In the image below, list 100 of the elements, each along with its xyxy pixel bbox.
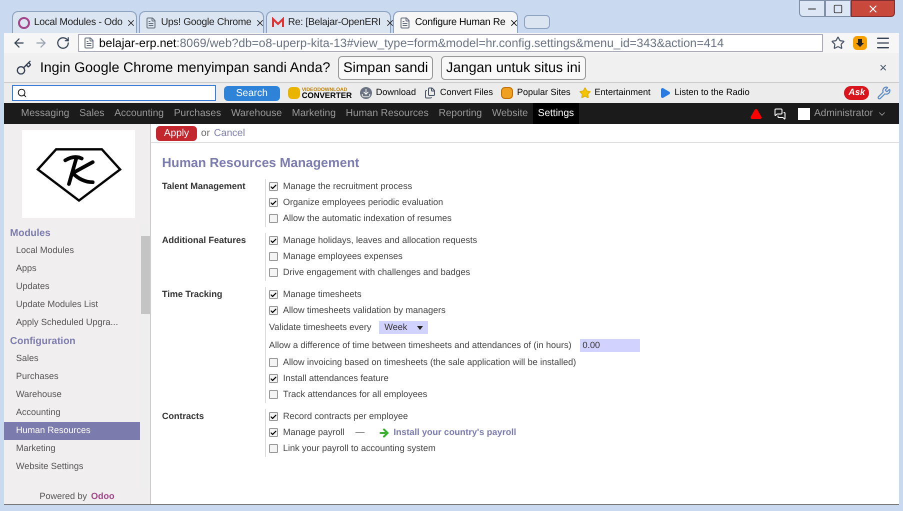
install-payroll-link[interactable]: Install your country's payroll (378, 426, 516, 440)
nav-menu-item[interactable]: Purchases (168, 103, 226, 124)
apply-button[interactable]: Apply (156, 126, 198, 140)
browser-tab[interactable]: Configure Human Re (393, 11, 518, 33)
group-label: Contracts (162, 410, 206, 422)
sidebar-section-title: Modules (9, 226, 52, 240)
nav-menu-item[interactable]: Accounting (109, 103, 169, 124)
checkbox[interactable] (269, 182, 278, 191)
period-select[interactable]: Week (379, 321, 428, 334)
field-label: Validate timesheets every (269, 320, 372, 334)
option-label: Manage holidays, leaves and allocation requests (283, 234, 478, 247)
checkbox[interactable] (269, 412, 278, 421)
browser-tab[interactable]: Local Modules - Odo (12, 11, 137, 33)
nav-menu-item[interactable]: Sales (74, 103, 110, 124)
close-window-button[interactable] (851, 0, 895, 17)
checkbox[interactable] (269, 358, 278, 367)
close-icon[interactable] (384, 18, 395, 28)
nav-menu-item[interactable]: Website (486, 103, 533, 124)
sidebar-item[interactable]: Apply Scheduled Upgra... (4, 314, 140, 332)
files-icon (424, 87, 436, 99)
checkbox[interactable] (269, 428, 278, 437)
user-menu[interactable]: Administrator (814, 106, 887, 121)
option-label: Manage employees expenses (283, 250, 403, 263)
option-label: Link your payroll to accounting system (283, 442, 436, 455)
sidebar-item[interactable]: Human Resources (4, 422, 140, 440)
checkbox[interactable] (269, 390, 278, 399)
close-infobar-button[interactable]: × (879, 58, 887, 78)
wrench-icon[interactable] (877, 86, 891, 100)
maximize-icon (833, 4, 843, 14)
search-icon (17, 88, 27, 98)
star-icon[interactable] (831, 36, 845, 50)
nav-menu-item[interactable]: Human Resources (340, 103, 434, 124)
search-button[interactable]: Search (224, 86, 280, 100)
checkbox[interactable] (269, 268, 278, 277)
toolbar-link[interactable]: Popular Sites (500, 86, 570, 100)
user-avatar (798, 108, 810, 120)
checkbox[interactable] (269, 306, 278, 315)
option-label: Record contracts per employee (283, 410, 408, 423)
sidebar-item[interactable]: Purchases (4, 368, 140, 386)
group-label: Time Tracking (162, 288, 224, 301)
toolbar-search-field[interactable] (12, 85, 216, 101)
address-field[interactable]: belajar-erp.net:8069/web?db=o8-uperp-kita-13#view_type=form&model=hr.config.settings&menu_id=343&action=414 (78, 34, 823, 52)
dash-label: — (356, 426, 365, 439)
ask-logo[interactable]: Ask (844, 86, 869, 100)
checkbox[interactable] (269, 214, 278, 223)
star-icon (578, 87, 590, 99)
chat-icon[interactable] (774, 108, 786, 120)
close-icon[interactable] (255, 18, 266, 28)
group-label: Additional Features (162, 234, 248, 246)
option-label: Drive engagement with challenges and badges (283, 266, 470, 279)
menu-icon[interactable] (875, 35, 891, 51)
nav-menu-item[interactable]: Reporting (434, 103, 487, 124)
sidebar-item[interactable]: Apps (4, 260, 140, 278)
browser-tab[interactable]: Re: [Belajar-OpenERI (266, 11, 391, 33)
option-label: Allow the automatic indexation of resumes (283, 212, 452, 225)
sidebar-item[interactable]: Accounting (4, 404, 140, 422)
page-icon (83, 37, 95, 49)
option-label: Manage payroll (283, 426, 345, 439)
nav-menu-item[interactable]: Marketing (286, 103, 341, 124)
warning-icon[interactable] (750, 108, 762, 120)
infobar-button[interactable]: Jangan untuk situs ini (441, 56, 586, 80)
close-icon[interactable] (509, 18, 520, 28)
sidebar-item[interactable]: Website Settings (4, 458, 140, 476)
maximize-button[interactable] (825, 0, 851, 17)
hours-input[interactable]: 0.00 (580, 339, 640, 352)
download-icon (360, 87, 372, 99)
sidebar-item[interactable]: Warehouse (4, 386, 140, 404)
cancel-link[interactable]: Cancel (214, 126, 246, 140)
reload-icon[interactable] (56, 36, 70, 50)
browser-tab[interactable]: Ups! Google Chrome (139, 11, 264, 33)
odoo-link[interactable]: Odoo (91, 490, 115, 504)
download-icon[interactable] (853, 36, 867, 50)
sidebar-item[interactable]: Local Modules (4, 242, 140, 260)
checkbox[interactable] (269, 252, 278, 261)
sidebar-item[interactable]: Sales (4, 350, 140, 368)
field-label: Allow a difference of time between timesheets and attendances of (in hours) (269, 338, 572, 352)
checkbox[interactable] (269, 198, 278, 207)
sidebar-item[interactable]: Update Modules List (4, 296, 140, 314)
close-icon[interactable] (126, 18, 136, 28)
checkbox[interactable] (269, 290, 278, 299)
checkbox[interactable] (269, 236, 278, 245)
nav-menu-item[interactable]: Messaging (16, 103, 74, 124)
infobar-button[interactable]: Simpan sandi (338, 56, 434, 80)
checkbox[interactable] (269, 374, 278, 383)
back-icon[interactable] (12, 36, 26, 50)
key-icon (16, 60, 32, 76)
toolbar-link[interactable]: Convert Files (424, 86, 493, 100)
option-label: Install attendances feature (283, 372, 389, 385)
toolbar-link[interactable]: Entertainment (578, 86, 651, 100)
nav-menu-item[interactable]: Warehouse (226, 103, 287, 124)
powered-by-label: Powered by (39, 490, 88, 504)
sidebar-item[interactable]: Marketing (4, 440, 140, 458)
toolbar-link[interactable]: Listen to the Radio (658, 86, 750, 100)
option-label: Manage timesheets (283, 288, 362, 301)
sidebar-item[interactable]: Updates (4, 278, 140, 296)
toolbar-link[interactable]: Download (360, 86, 416, 100)
arrow-icon (378, 426, 390, 438)
nav-menu-item[interactable]: Settings (532, 103, 580, 124)
page-icon (399, 16, 411, 28)
checkbox[interactable] (269, 444, 278, 453)
